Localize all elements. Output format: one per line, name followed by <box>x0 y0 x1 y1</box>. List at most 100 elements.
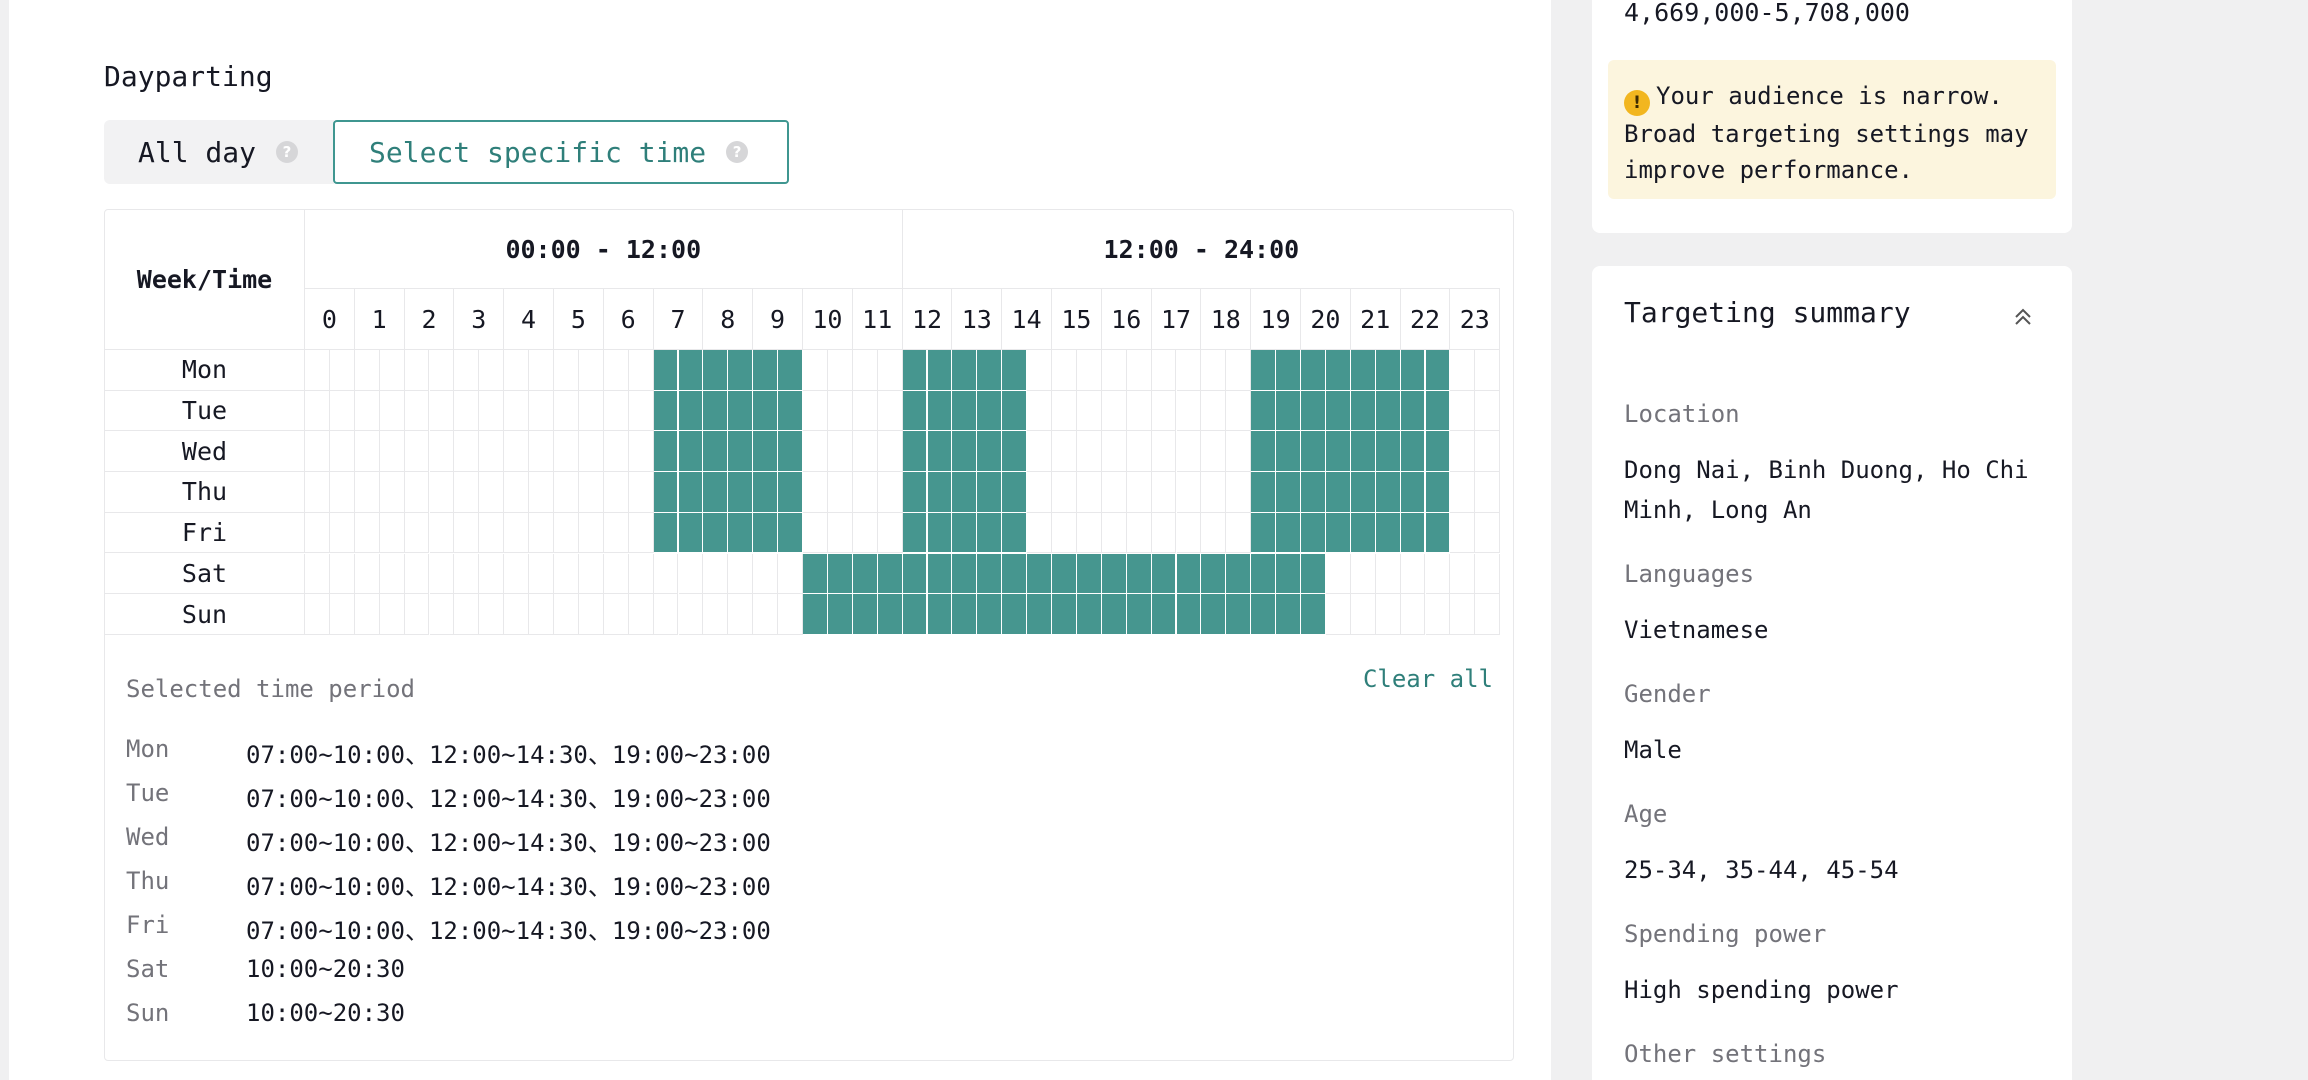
time-slot-cell-selected[interactable] <box>678 431 704 473</box>
time-slot-cell[interactable] <box>703 594 729 635</box>
time-slot-cell[interactable] <box>379 512 405 554</box>
time-slot-cell[interactable] <box>827 431 853 473</box>
time-slot-cell[interactable] <box>529 350 554 391</box>
time-slot-cell[interactable] <box>454 594 480 635</box>
time-slot-cell[interactable] <box>1226 350 1252 391</box>
time-slot-cell[interactable] <box>404 472 430 513</box>
time-slot-cell[interactable] <box>1325 553 1351 595</box>
time-slot-cell-selected[interactable] <box>653 512 679 554</box>
time-slot-cell[interactable] <box>1126 350 1152 391</box>
time-slot-cell-selected[interactable] <box>1425 512 1451 554</box>
time-slot-cell[interactable] <box>852 472 878 513</box>
time-slot-cell-selected[interactable] <box>977 350 1003 391</box>
time-slot-cell[interactable] <box>603 472 629 513</box>
time-slot-cell[interactable] <box>1151 512 1177 554</box>
time-slot-cell[interactable] <box>305 472 330 513</box>
time-slot-cell[interactable] <box>827 350 853 391</box>
time-slot-cell-selected[interactable] <box>1301 594 1326 635</box>
time-slot-cell[interactable] <box>554 390 579 432</box>
time-slot-cell-selected[interactable] <box>1251 431 1277 473</box>
time-slot-cell-selected[interactable] <box>703 350 729 391</box>
time-slot-cell[interactable] <box>479 512 505 554</box>
time-slot-cell-selected[interactable] <box>952 390 978 432</box>
time-slot-cell[interactable] <box>628 512 654 554</box>
time-slot-cell[interactable] <box>1126 472 1152 513</box>
time-slot-cell[interactable] <box>329 472 355 513</box>
time-slot-cell-selected[interactable] <box>678 472 704 513</box>
time-slot-cell[interactable] <box>603 553 629 595</box>
time-slot-cell-selected[interactable] <box>1251 390 1277 432</box>
time-slot-cell-selected[interactable] <box>1076 553 1102 595</box>
time-slot-cell[interactable] <box>1475 431 1501 473</box>
time-slot-cell[interactable] <box>329 350 355 391</box>
time-slot-cell-selected[interactable] <box>753 431 779 473</box>
time-slot-cell-selected[interactable] <box>753 390 779 432</box>
time-slot-cell[interactable] <box>404 594 430 635</box>
time-slot-cell[interactable] <box>1101 390 1127 432</box>
all-day-option[interactable]: All day ? <box>104 120 334 184</box>
time-slot-cell-selected[interactable] <box>1251 553 1277 595</box>
time-slot-cell[interactable] <box>628 431 654 473</box>
time-slot-cell[interactable] <box>329 512 355 554</box>
time-slot-cell[interactable] <box>1151 350 1177 391</box>
clear-all-button[interactable]: Clear all <box>1363 665 1493 693</box>
time-slot-cell[interactable] <box>329 594 355 635</box>
time-slot-cell-selected[interactable] <box>952 431 978 473</box>
time-slot-cell-selected[interactable] <box>1002 553 1028 595</box>
time-slot-cell-selected[interactable] <box>852 553 878 595</box>
time-slot-cell[interactable] <box>1226 512 1252 554</box>
time-slot-cell[interactable] <box>628 390 654 432</box>
time-slot-cell[interactable] <box>1375 594 1401 635</box>
time-slot-cell[interactable] <box>1450 594 1476 635</box>
time-slot-cell[interactable] <box>1176 431 1202 473</box>
time-slot-cell[interactable] <box>753 594 779 635</box>
time-slot-cell[interactable] <box>578 594 604 635</box>
time-slot-cell[interactable] <box>1400 594 1426 635</box>
time-slot-cell[interactable] <box>479 350 505 391</box>
time-slot-cell-selected[interactable] <box>827 594 853 635</box>
time-slot-cell-selected[interactable] <box>902 431 928 473</box>
time-slot-cell-selected[interactable] <box>952 472 978 513</box>
time-slot-cell-selected[interactable] <box>1002 431 1028 473</box>
time-slot-cell-selected[interactable] <box>1325 512 1351 554</box>
time-slot-cell[interactable] <box>429 390 455 432</box>
time-slot-cell[interactable] <box>877 350 903 391</box>
time-slot-cell-selected[interactable] <box>902 472 928 513</box>
time-slot-cell-selected[interactable] <box>1301 390 1326 432</box>
time-slot-cell[interactable] <box>1027 472 1052 513</box>
time-slot-cell-selected[interactable] <box>1076 594 1102 635</box>
time-slot-cell[interactable] <box>454 472 480 513</box>
time-slot-cell[interactable] <box>1475 512 1501 554</box>
time-slot-cell[interactable] <box>578 350 604 391</box>
time-slot-cell[interactable] <box>803 350 828 391</box>
select-specific-time-option[interactable]: Select specific time ? <box>333 120 789 184</box>
time-slot-cell-selected[interactable] <box>1226 594 1252 635</box>
time-slot-cell-selected[interactable] <box>728 390 754 432</box>
time-slot-cell-selected[interactable] <box>1425 431 1451 473</box>
time-slot-cell-selected[interactable] <box>1226 553 1252 595</box>
time-slot-cell[interactable] <box>454 431 480 473</box>
time-slot-cell[interactable] <box>404 431 430 473</box>
time-slot-cell-selected[interactable] <box>952 350 978 391</box>
time-slot-cell-selected[interactable] <box>1276 431 1301 473</box>
time-slot-cell[interactable] <box>803 472 828 513</box>
time-slot-cell[interactable] <box>554 553 579 595</box>
time-slot-cell-selected[interactable] <box>1276 512 1301 554</box>
time-slot-cell[interactable] <box>1226 472 1252 513</box>
time-slot-cell-selected[interactable] <box>952 594 978 635</box>
time-slot-cell[interactable] <box>1475 553 1501 595</box>
time-slot-cell-selected[interactable] <box>1151 553 1177 595</box>
time-slot-cell[interactable] <box>1052 350 1077 391</box>
time-slot-cell-selected[interactable] <box>653 390 679 432</box>
time-slot-cell[interactable] <box>305 594 330 635</box>
time-slot-cell[interactable] <box>827 390 853 432</box>
time-slot-cell[interactable] <box>1101 350 1127 391</box>
time-slot-cell-selected[interactable] <box>952 553 978 595</box>
time-slot-cell-selected[interactable] <box>902 350 928 391</box>
time-slot-cell-selected[interactable] <box>653 472 679 513</box>
time-slot-cell-selected[interactable] <box>852 594 878 635</box>
time-slot-cell-selected[interactable] <box>803 594 828 635</box>
time-slot-cell[interactable] <box>1126 390 1152 432</box>
time-slot-cell-selected[interactable] <box>952 512 978 554</box>
time-slot-cell-selected[interactable] <box>1276 594 1301 635</box>
